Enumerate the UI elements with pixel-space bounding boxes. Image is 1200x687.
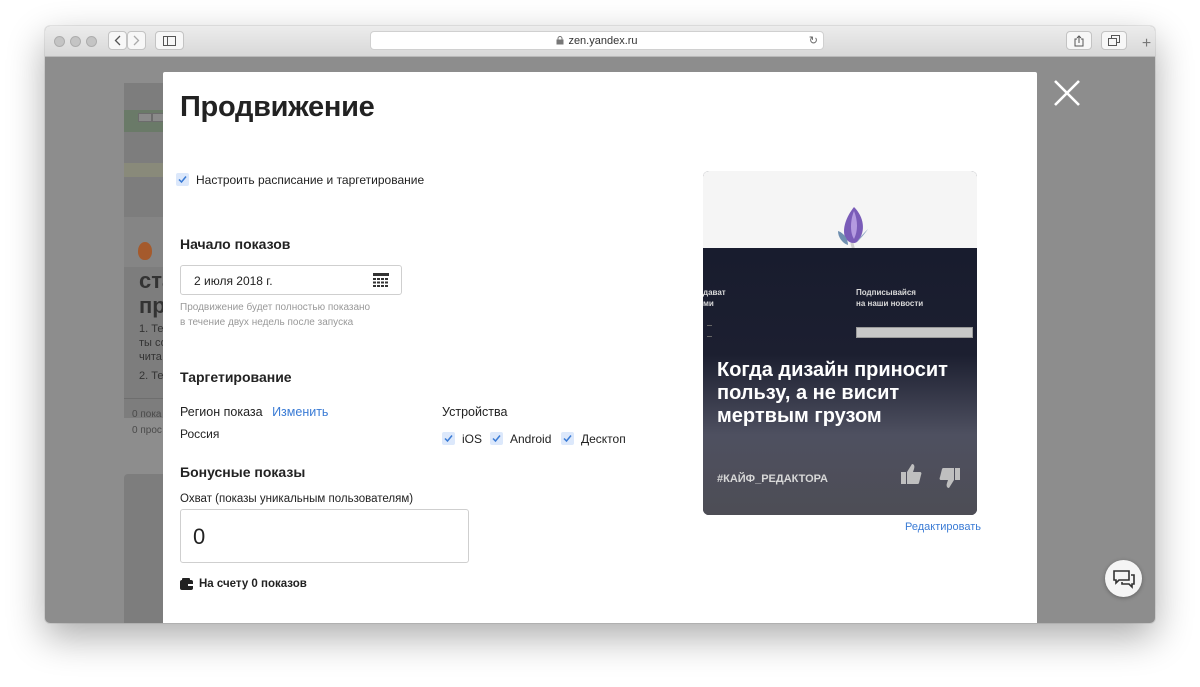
tabs-overview-button[interactable] [1101, 31, 1127, 50]
reach-label: Охват (показы уникальным пользователям) [180, 493, 414, 505]
modal-title: Продвижение [180, 91, 375, 123]
preview-left-line2: ми [703, 299, 714, 308]
region-label-text: Регион показа [180, 405, 263, 419]
schedule-checkbox[interactable] [176, 173, 189, 186]
publication-preview-card[interactable]: дават ми Подписывайся на наши новости Ко… [703, 171, 977, 515]
wallet-icon [180, 578, 193, 590]
targeting-heading: Таргетирование [180, 369, 292, 385]
bg-text-3: чита [139, 351, 162, 363]
minimize-window-button[interactable] [70, 36, 81, 47]
preview-headline: Когда дизайн приносит пользу, а не висит… [717, 359, 948, 427]
device-checkbox-ios[interactable] [442, 432, 455, 445]
address-bar[interactable]: zen.yandex.ru ↻ [370, 31, 824, 50]
device-checkbox-desktop[interactable] [561, 432, 574, 445]
reload-icon[interactable]: ↻ [809, 34, 818, 47]
thumbs-down-icon[interactable] [939, 467, 961, 489]
tabs-icon [1108, 35, 1120, 46]
bg-stat-views: 0 пока [132, 409, 162, 420]
bonus-heading: Бонусные показы [180, 464, 306, 480]
fire-icon [138, 242, 152, 260]
device-label-ios[interactable]: iOS [462, 432, 482, 446]
share-button[interactable] [1066, 31, 1092, 50]
checkmark-icon [563, 435, 572, 443]
calendar-icon[interactable] [373, 273, 389, 288]
edit-preview-link[interactable]: Редактировать [905, 521, 981, 533]
zoom-window-button[interactable] [86, 36, 97, 47]
region-value: Россия [180, 427, 220, 441]
forward-button[interactable] [127, 31, 146, 50]
promotion-modal: Продвижение Настроить расписание и тарге… [163, 72, 1037, 623]
region-label: Регион показа Изменить [180, 405, 328, 419]
chevron-left-icon [114, 35, 121, 46]
device-label-desktop[interactable]: Десктоп [581, 432, 626, 446]
close-modal-icon[interactable] [1053, 79, 1081, 107]
chat-bubbles-icon [1113, 570, 1135, 589]
lock-icon [556, 36, 564, 45]
url-text: zen.yandex.ru [568, 34, 638, 47]
device-label-android[interactable]: Android [510, 432, 551, 446]
reach-input[interactable]: 0 [180, 509, 469, 563]
checkmark-icon [492, 435, 501, 443]
chevron-right-icon [133, 35, 140, 46]
reach-input-value: 0 [193, 524, 206, 549]
preview-subscribe-text: Подписывайся на наши новости [856, 287, 923, 309]
start-hint-line2: в течение двух недель после запуска [180, 317, 354, 328]
new-tab-button[interactable]: + [1138, 34, 1155, 53]
bg-stat-reads: 0 прос [132, 425, 162, 436]
bg-text-4: 2. Те [139, 370, 164, 382]
thumbs-up-icon[interactable] [900, 463, 922, 485]
devices-label: Устройства [442, 405, 508, 419]
start-date-value: 2 июля 2018 г. [194, 274, 273, 288]
share-icon [1074, 34, 1084, 46]
checkmark-icon [178, 176, 187, 184]
checkmark-icon [444, 435, 453, 443]
start-hint-line1: Продвижение будет полностью показано [180, 302, 371, 313]
preview-subscribe-line1: Подписывайся [856, 288, 916, 297]
start-hint: Продвижение будет полностью показано в т… [180, 300, 370, 330]
region-change-link[interactable]: Изменить [272, 405, 328, 419]
start-date-field[interactable]: 2 июля 2018 г. [180, 265, 402, 295]
preview-left-line1: дават [703, 288, 726, 297]
device-checkbox-android[interactable] [490, 432, 503, 445]
close-window-button[interactable] [54, 36, 65, 47]
balance-text: На счету 0 показов [199, 578, 307, 590]
preview-tag: #КАЙФ_РЕДАКТОРА [717, 473, 828, 485]
bg-text-1: 1. Те [139, 323, 164, 335]
bg-heading-2: пр [139, 293, 166, 318]
sidebar-icon [163, 35, 176, 46]
preview-left-text: дават ми [703, 287, 726, 309]
preview-subscribe-line2: на наши новости [856, 299, 924, 308]
sidebar-toggle-button[interactable] [155, 31, 184, 50]
chat-button[interactable] [1105, 560, 1142, 597]
start-heading: Начало показов [180, 236, 291, 252]
preview-email-field-graphic [856, 327, 973, 338]
browser-toolbar: zen.yandex.ru ↻ + [45, 26, 1155, 57]
schedule-checkbox-label[interactable]: Настроить расписание и таргетирование [196, 173, 424, 187]
back-button[interactable] [108, 31, 127, 50]
